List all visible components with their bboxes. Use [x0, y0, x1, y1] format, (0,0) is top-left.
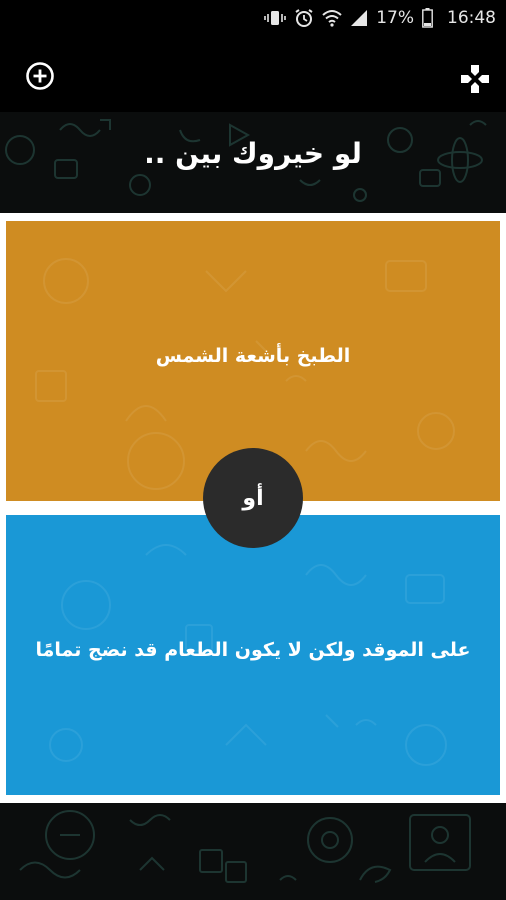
- clock: 16:48: [447, 8, 496, 28]
- alarm-icon: [294, 8, 314, 28]
- app-bar: [0, 36, 506, 112]
- wifi-icon: [322, 9, 342, 27]
- add-circle-icon: [26, 62, 54, 90]
- battery-percent: 17%: [376, 8, 414, 28]
- option-b-text: على الموقد ولكن لا يكون الطعام قد نضج تم…: [35, 639, 471, 661]
- battery-icon: [422, 8, 433, 28]
- signal-icon: [350, 9, 368, 27]
- game-button[interactable]: [458, 62, 492, 96]
- option-b-button[interactable]: على الموقد ولكن لا يكون الطعام قد نضج تم…: [6, 515, 500, 795]
- add-button[interactable]: [24, 60, 56, 92]
- vibrate-icon: [264, 10, 287, 26]
- screen: 17% 16:48 لو خيروك بين .. الطبخ بأشعة ال…: [0, 0, 506, 900]
- gamepad-icon: [461, 65, 489, 93]
- status-bar: 17% 16:48: [0, 0, 506, 36]
- or-badge: أو: [203, 448, 303, 548]
- question-heading: لو خيروك بين ..: [144, 136, 362, 170]
- option-a-text: الطبخ بأشعة الشمس: [155, 345, 351, 367]
